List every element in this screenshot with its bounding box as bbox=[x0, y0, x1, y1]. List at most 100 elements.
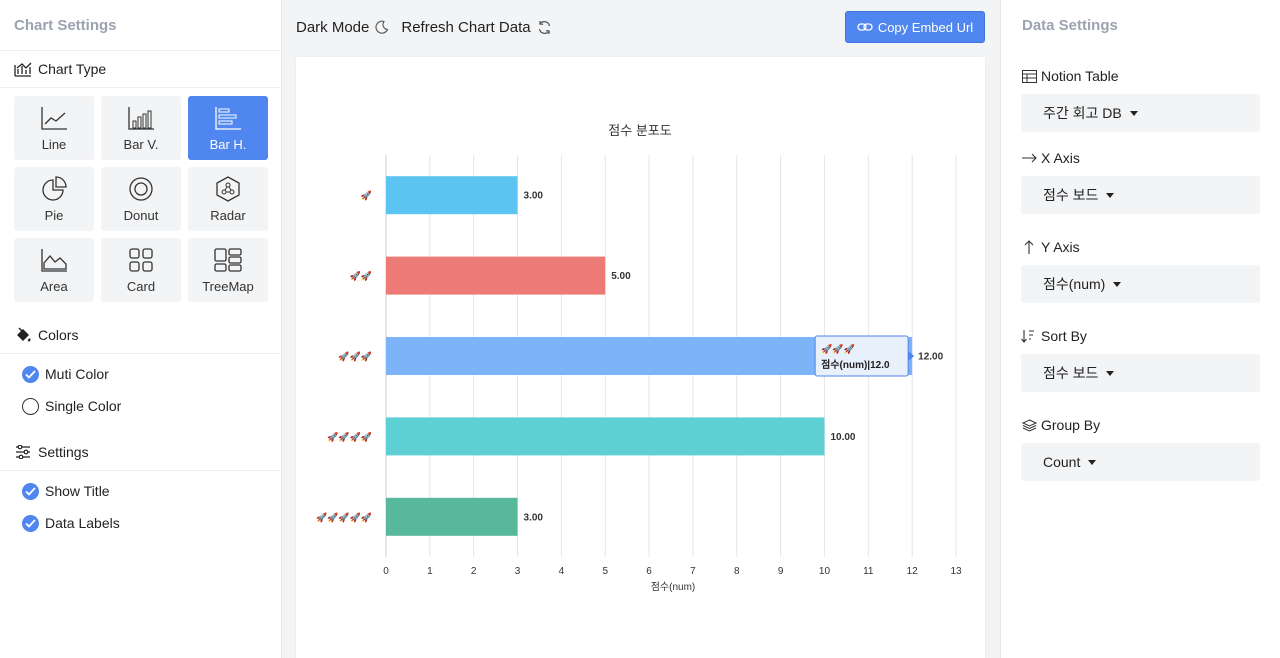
refresh-icon bbox=[538, 20, 550, 34]
color-option-single[interactable]: Single Color bbox=[0, 390, 281, 422]
setting-label: Data Labels bbox=[45, 515, 120, 531]
chart-area: Dark Mode Refresh Chart Data Copy Embed … bbox=[283, 0, 999, 658]
checked-circle-icon bbox=[22, 365, 39, 383]
x-tick-label: 11 bbox=[863, 566, 874, 577]
line-chart-icon bbox=[41, 106, 67, 130]
chart-type-bar-vertical[interactable]: Bar V. bbox=[101, 96, 181, 160]
x-axis-label: X Axis bbox=[1001, 148, 1280, 168]
treemap-icon bbox=[214, 247, 242, 272]
x-tick-label: 9 bbox=[778, 566, 784, 577]
refresh-chart-button[interactable]: Refresh Chart Data bbox=[401, 19, 551, 36]
chart-type-pie[interactable]: Pie bbox=[14, 167, 94, 231]
select-value: 점수(num) bbox=[1043, 276, 1106, 292]
tooltip-value: 점수(num)|12.0 bbox=[821, 359, 890, 371]
x-axis-select[interactable]: 점수 보드 bbox=[1021, 176, 1260, 214]
paint-bucket-icon bbox=[14, 326, 32, 344]
y-tick-label: 🚀🚀🚀 bbox=[338, 351, 372, 362]
sort-by-label: Sort By bbox=[1001, 326, 1280, 346]
area-chart-icon bbox=[41, 248, 67, 272]
data-label: 3.00 bbox=[524, 512, 544, 523]
color-option-multi[interactable]: Muti Color bbox=[0, 358, 281, 390]
sliders-icon bbox=[14, 443, 32, 461]
x-tick-label: 1 bbox=[427, 566, 433, 577]
field-label-text: Y Axis bbox=[1041, 239, 1080, 255]
x-tick-label: 2 bbox=[471, 566, 477, 577]
dark-mode-toggle[interactable]: Dark Mode bbox=[296, 19, 389, 36]
color-option-label: Muti Color bbox=[45, 366, 109, 382]
y-tick-label: 🚀🚀🚀🚀 bbox=[327, 431, 372, 442]
colors-header: Colors bbox=[0, 317, 281, 353]
x-tick-label: 0 bbox=[383, 566, 389, 577]
caret-down-icon bbox=[1106, 192, 1115, 198]
chart-type-label: Chart Type bbox=[38, 61, 107, 77]
x-tick-label: 6 bbox=[646, 566, 652, 577]
chart-title: 점수 분포도 bbox=[608, 123, 671, 138]
bar bbox=[386, 417, 825, 456]
chart-type-treemap[interactable]: TreeMap bbox=[188, 238, 268, 302]
chart-type-bar-horizontal[interactable]: Bar H. bbox=[188, 96, 268, 160]
bar-horizontal-icon bbox=[215, 106, 241, 130]
y-tick-label: 🚀🚀🚀🚀🚀 bbox=[316, 511, 372, 522]
x-tick-label: 12 bbox=[907, 566, 919, 577]
colors-label: Colors bbox=[38, 327, 79, 343]
x-axis-label: 점수(num) bbox=[651, 581, 696, 593]
select-value: 주간 회고 DB bbox=[1043, 105, 1122, 121]
caret-down-icon bbox=[1106, 370, 1115, 376]
chart-type-radar[interactable]: Radar bbox=[188, 167, 268, 231]
x-tick-label: 7 bbox=[690, 566, 696, 577]
notion-table-select[interactable]: 주간 회고 DB bbox=[1021, 94, 1260, 132]
group-by-select[interactable]: Count bbox=[1021, 443, 1260, 481]
refresh-label: Refresh Chart Data bbox=[401, 18, 531, 36]
y-axis-select[interactable]: 점수(num) bbox=[1021, 265, 1260, 303]
copy-embed-url-button[interactable]: Copy Embed Url bbox=[845, 11, 985, 43]
setting-data-labels[interactable]: Data Labels bbox=[0, 507, 281, 539]
chart-type-header: Chart Type bbox=[0, 51, 281, 87]
donut-chart-icon bbox=[129, 176, 153, 201]
moon-icon bbox=[375, 20, 389, 34]
chart-type-label: Bar V. bbox=[123, 136, 159, 152]
chart-type-label: Line bbox=[41, 136, 67, 152]
chart-type-label: Radar bbox=[210, 207, 246, 223]
checked-circle-icon bbox=[22, 482, 39, 500]
sort-by-select[interactable]: 점수 보드 bbox=[1021, 354, 1260, 392]
bar-chart: 점수 분포도0 1 2 3 4 5 6 7 8 9 10 11 12 13점수(num)3.00🚀5.00… bbox=[316, 123, 962, 593]
chart-type-label: Donut bbox=[123, 207, 159, 223]
chart-type-label: Card bbox=[126, 278, 156, 294]
sort-icon bbox=[1021, 328, 1037, 344]
x-tick-label: 4 bbox=[559, 566, 565, 577]
embed-label: Copy Embed Url bbox=[877, 19, 974, 35]
field-label-text: X Axis bbox=[1041, 150, 1080, 166]
field-label-text: Notion Table bbox=[1041, 68, 1119, 84]
select-value: 점수 보드 bbox=[1043, 187, 1099, 203]
tooltip-category: 🚀🚀🚀 bbox=[821, 343, 855, 354]
chart-settings-panel: Chart Settings Chart Type Line Bar V. Ba… bbox=[0, 0, 282, 658]
data-label: 3.00 bbox=[524, 191, 544, 202]
chart-type-icon bbox=[14, 60, 32, 78]
chart-card: 점수 분포도 0 1 2 3 4 5 6 7 8 9 10 11 12 13 점수(num) 3.00 🚀 5.00… bbox=[296, 57, 985, 658]
chart-type-label: TreeMap bbox=[202, 278, 254, 294]
layers-icon bbox=[1021, 417, 1037, 433]
chart-settings-title: Chart Settings bbox=[0, 0, 281, 51]
settings-header: Settings bbox=[0, 434, 281, 470]
dark-mode-label: Dark Mode bbox=[296, 18, 370, 36]
setting-show-title[interactable]: Show Title bbox=[0, 475, 281, 507]
chart-type-label: Pie bbox=[44, 207, 64, 223]
unchecked-circle-icon bbox=[22, 397, 39, 415]
color-option-label: Single Color bbox=[45, 398, 122, 414]
chart-type-donut[interactable]: Donut bbox=[101, 167, 181, 231]
link-icon bbox=[857, 23, 873, 31]
data-label: 12.00 bbox=[918, 352, 943, 363]
y-axis-label: Y Axis bbox=[1001, 237, 1280, 257]
chart-type-card[interactable]: Card bbox=[101, 238, 181, 302]
checked-circle-icon bbox=[22, 514, 39, 532]
chart-type-area[interactable]: Area bbox=[14, 238, 94, 302]
field-label-text: Sort By bbox=[1041, 328, 1087, 344]
settings-label: Settings bbox=[38, 444, 89, 460]
data-label: 5.00 bbox=[611, 271, 631, 282]
caret-down-icon bbox=[1129, 110, 1138, 116]
chart-type-label: Area bbox=[40, 278, 68, 294]
y-tick-label: 🚀🚀 bbox=[350, 270, 372, 281]
group-by-label: Group By bbox=[1001, 415, 1280, 435]
chart-type-line[interactable]: Line bbox=[14, 96, 94, 160]
setting-label: Show Title bbox=[45, 483, 110, 499]
